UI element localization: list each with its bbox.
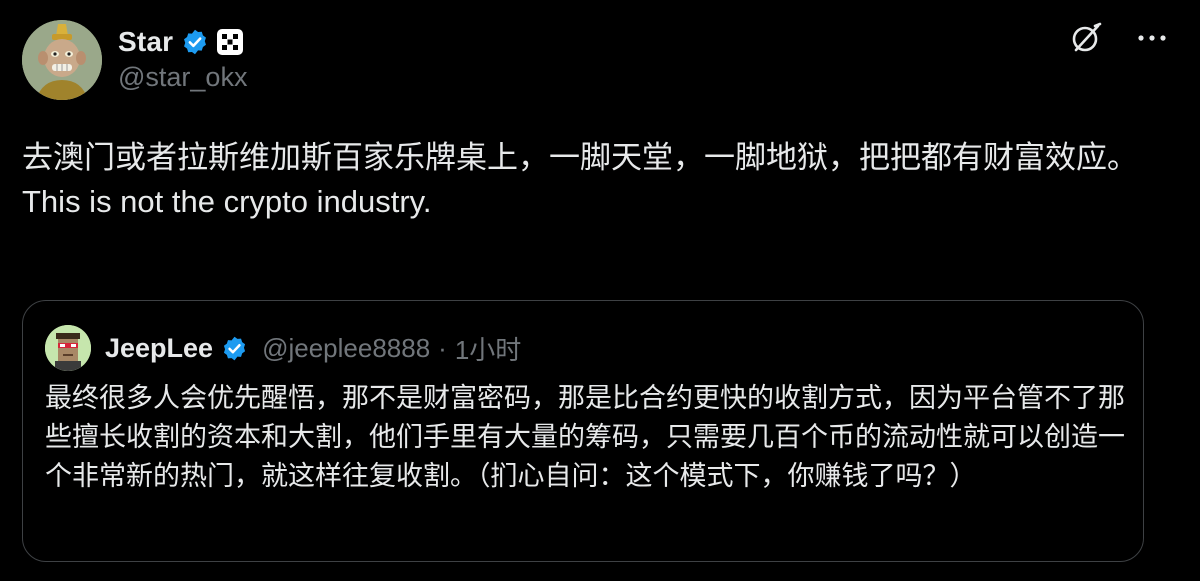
tweet-actions xyxy=(1068,20,1170,56)
verified-badge-icon xyxy=(181,28,209,56)
quoted-post-text: 最终很多人会优先醒悟，那不是财富密码，那是比合约更快的收割方式，因为平台管不了那… xyxy=(45,383,1125,491)
tweet: Star @star_okx 去澳门或者拉斯维加斯百家乐牌桌上，一脚天堂，一脚地… xyxy=(0,0,1200,581)
pixel-avatar-image xyxy=(45,325,91,371)
quoted-author-avatar xyxy=(45,325,91,371)
author-display-name[interactable]: Star xyxy=(118,26,173,58)
quoted-author-handle[interactable]: @jeeplee8888 xyxy=(262,333,430,364)
separator-dot: · xyxy=(438,332,447,363)
quoted-timestamp[interactable]: 1小时 xyxy=(455,330,521,367)
author-name-row: Star xyxy=(118,22,244,62)
post-text: 去澳门或者拉斯维加斯百家乐牌桌上，一脚天堂，一脚地狱，把把都有财富效应。 Thi… xyxy=(22,140,1138,219)
okx-logo-icon[interactable] xyxy=(217,29,244,55)
author-avatar[interactable] xyxy=(22,20,102,100)
grok-icon[interactable] xyxy=(1068,20,1104,56)
ape-avatar-image xyxy=(22,20,102,100)
author-handle[interactable]: @star_okx xyxy=(118,62,247,93)
quoted-author-name[interactable]: JeepLee xyxy=(105,333,213,364)
more-icon[interactable] xyxy=(1134,20,1170,56)
quoted-tweet-header: JeepLee @jeeplee8888 · 1小时 xyxy=(45,323,521,373)
quoted-tweet-card[interactable]: JeepLee @jeeplee8888 · 1小时 最终很多人会优先醒悟，那不… xyxy=(22,300,1144,562)
verified-badge-icon xyxy=(221,335,248,362)
